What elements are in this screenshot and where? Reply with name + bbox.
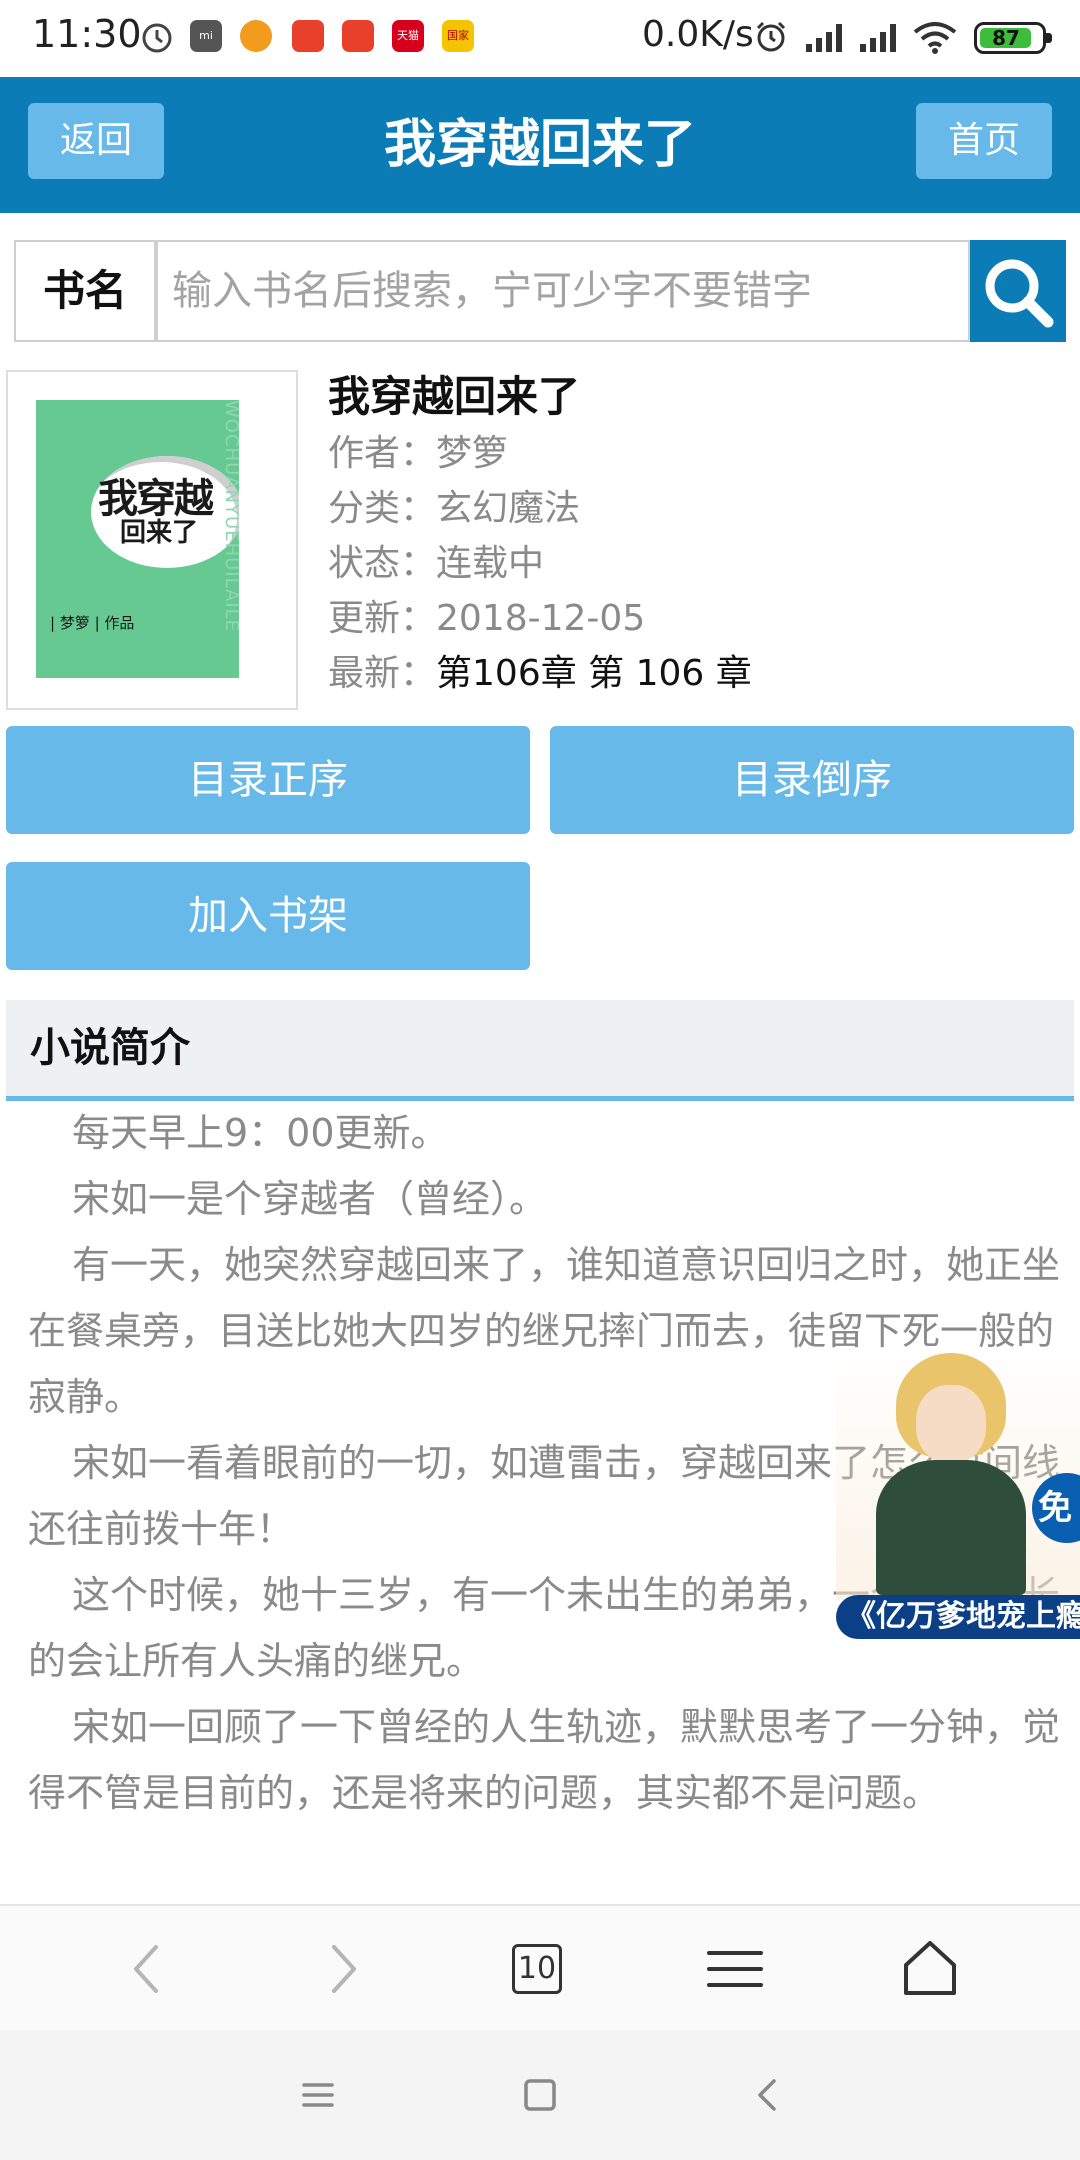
cover-pinyin: WOCHUANYUEHUILAILE bbox=[221, 400, 242, 633]
intro-header: 小说简介 bbox=[6, 1000, 1074, 1101]
category-label: 分类： bbox=[328, 488, 437, 529]
tabs-button[interactable]: 10 bbox=[512, 1944, 562, 1994]
catalog-descending-button[interactable]: 目录倒序 bbox=[550, 726, 1074, 834]
signal-icon bbox=[860, 24, 896, 52]
browser-toolbar: 10 bbox=[0, 1904, 1080, 2032]
app-icon bbox=[292, 20, 324, 52]
book-latest-row: 最新：第106章 第 106 章 bbox=[328, 646, 1068, 701]
alarm-icon bbox=[142, 23, 172, 53]
book-status: 连载中 bbox=[436, 543, 545, 584]
search-icon bbox=[985, 259, 1054, 328]
latest-label: 最新： bbox=[328, 653, 437, 694]
system-navigation-bar bbox=[0, 2030, 1080, 2160]
intro-heading: 小说简介 bbox=[30, 1025, 190, 1071]
book-info: 我穿越回来了 作者：梦箩 分类：玄幻魔法 状态：连载中 更新：2018-12-0… bbox=[328, 368, 1068, 701]
book-category[interactable]: 玄幻魔法 bbox=[436, 488, 580, 529]
ad-caption: 《亿万爹地宠上瘾 bbox=[836, 1595, 1080, 1639]
intro-paragraph: 宋如一是个穿越者（曾经）。 bbox=[72, 1177, 548, 1221]
home-square-icon[interactable] bbox=[510, 2065, 570, 2125]
latest-chapter-link[interactable]: 第106章 第 106 章 bbox=[436, 653, 752, 694]
intro-paragraph: 每天早上9：00更新。 bbox=[72, 1111, 449, 1155]
intro-paragraph: 宋如一回顾了一下曾经的人生轨迹，默默思考了一分钟，觉得不管是目前的，还是将来的问… bbox=[28, 1705, 1061, 1815]
cover-author: | 梦箩 | 作品 bbox=[50, 614, 135, 632]
alarm-icon bbox=[756, 21, 786, 52]
tmall-app-icon: 天猫 bbox=[392, 20, 424, 52]
ad-character-body bbox=[876, 1460, 1026, 1595]
book-updated-row: 更新：2018-12-05 bbox=[328, 591, 1068, 646]
book-updated: 2018-12-05 bbox=[436, 598, 646, 639]
page-title: 我穿越回来了 bbox=[383, 115, 696, 175]
menu-icon[interactable] bbox=[695, 1929, 775, 2009]
battery-level: 87 bbox=[992, 26, 1020, 50]
back-arrow-icon[interactable] bbox=[108, 1929, 188, 2009]
ad-character-face bbox=[916, 1385, 986, 1463]
network-speed: 0.0K/s bbox=[642, 14, 754, 55]
status-label: 状态： bbox=[328, 543, 437, 584]
search-bar: 书名 bbox=[14, 240, 1066, 342]
home-icon[interactable] bbox=[890, 1929, 970, 2009]
book-title: 我穿越回来了 bbox=[328, 372, 581, 421]
home-button[interactable]: 首页 bbox=[916, 103, 1052, 179]
forward-arrow-icon[interactable] bbox=[302, 1929, 382, 2009]
book-author-row: 作者：梦箩 bbox=[328, 426, 1068, 481]
recents-icon[interactable] bbox=[288, 2065, 348, 2125]
cover-title-line2: 回来了 bbox=[120, 518, 199, 548]
back-button[interactable]: 返回 bbox=[28, 103, 164, 179]
updated-label: 更新： bbox=[328, 598, 437, 639]
author-label: 作者： bbox=[328, 433, 437, 474]
app-icon bbox=[342, 20, 374, 52]
book-author[interactable]: 梦箩 bbox=[436, 433, 508, 474]
signal-icon bbox=[806, 24, 842, 52]
back-icon[interactable] bbox=[738, 2065, 798, 2125]
book-category-row: 分类：玄幻魔法 bbox=[328, 481, 1068, 536]
top-header: 返回 我穿越回来了 首页 bbox=[0, 77, 1080, 213]
app-icon: 国家 bbox=[442, 20, 474, 52]
ad-illustration bbox=[836, 1345, 1080, 1600]
search-type-label: 书名 bbox=[14, 240, 156, 342]
status-bar: 11:30 mi 天猫 国家 0.0K/s 87 bbox=[0, 0, 1080, 77]
mi-app-icon: mi bbox=[190, 20, 222, 52]
search-input[interactable] bbox=[156, 240, 970, 342]
wifi-icon bbox=[913, 22, 957, 54]
book-cover[interactable]: 我穿越 回来了 | 梦箩 | 作品 WOCHUANYUEHUILAILE bbox=[6, 370, 298, 710]
floating-ad[interactable]: 免 《亿万爹地宠上瘾 bbox=[836, 1345, 1080, 1640]
status-time: 11:30 bbox=[32, 12, 142, 56]
catalog-ascending-button[interactable]: 目录正序 bbox=[6, 726, 530, 834]
battery-icon: 87 bbox=[974, 22, 1052, 54]
search-button[interactable] bbox=[970, 240, 1066, 342]
book-status-row: 状态：连载中 bbox=[328, 536, 1068, 591]
add-to-bookshelf-button[interactable]: 加入书架 bbox=[6, 862, 530, 970]
app-icon bbox=[240, 20, 272, 52]
cover-image: 我穿越 回来了 | 梦箩 | 作品 bbox=[36, 400, 239, 678]
